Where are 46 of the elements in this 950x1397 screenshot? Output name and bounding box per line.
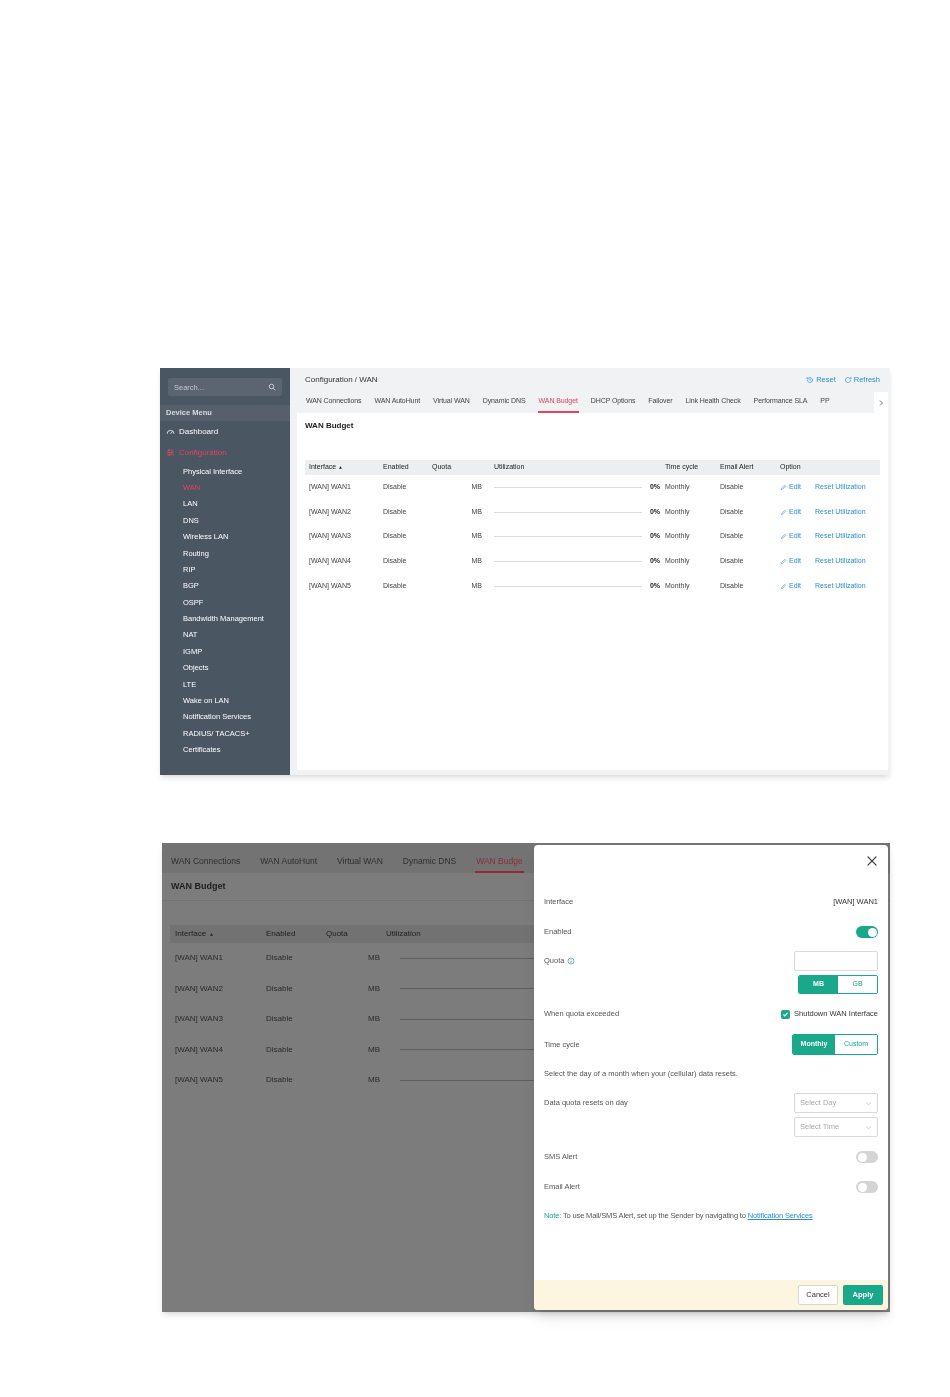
card-title: WAN Budget (305, 420, 355, 432)
table-cell-text: [WAN] WAN2 (175, 982, 224, 995)
close-button[interactable] (865, 854, 879, 868)
toggle-switch[interactable] (856, 1181, 878, 1193)
gauge-icon (166, 427, 175, 436)
checkbox[interactable] (781, 1009, 791, 1019)
table-cell-text: [WAN] WAN5 (175, 1074, 224, 1087)
close-icon (865, 854, 879, 868)
info-icon (567, 957, 576, 965)
table-cell: MB (368, 1074, 380, 1087)
toggle-switch[interactable] (856, 1151, 878, 1163)
table-cell-text: Disable (266, 1043, 294, 1056)
table-cell-text: Disable (266, 1013, 294, 1026)
chevron-down-icon (865, 1099, 872, 1107)
pencil-icon (780, 533, 787, 541)
refresh-icon (843, 376, 852, 384)
sliders-icon (166, 448, 175, 457)
chevron-right-icon (877, 398, 885, 407)
pencil-icon (780, 557, 787, 565)
pencil-icon (780, 582, 787, 590)
table-cell-text: [WAN] WAN3 (175, 1013, 224, 1026)
table-cell: MB (368, 1013, 380, 1026)
chevron-down-icon (865, 1123, 872, 1131)
table-cell-text: [WAN] WAN1 (175, 952, 224, 965)
search-icon (268, 383, 276, 391)
breadcrumb: Configuration / WAN (305, 374, 378, 386)
pencil-icon (780, 483, 787, 491)
pencil-icon (780, 508, 787, 516)
history-icon (806, 376, 815, 384)
quota-field[interactable] (794, 951, 878, 971)
toggle-switch[interactable] (856, 926, 878, 938)
table-cell-text: Disable (266, 982, 294, 995)
sidebar-item[interactable]: Dashboard (160, 421, 290, 442)
table-cell: MB (368, 982, 380, 995)
sort-up-icon (209, 931, 215, 937)
table-cell: MB (368, 952, 380, 965)
sort-up-icon (338, 465, 344, 470)
column-header[interactable]: Quota (326, 928, 348, 940)
column-header[interactable]: Utilization (386, 928, 421, 940)
table-cell: MB (368, 1043, 380, 1056)
table-cell-text: Disable (266, 1074, 294, 1087)
table-cell-text: [WAN] WAN4 (175, 1043, 224, 1056)
next-tab-button[interactable] (874, 392, 888, 413)
column-header[interactable]: Interface (175, 928, 215, 940)
column-header[interactable]: Enabled (266, 928, 296, 940)
table-cell-text: Disable (266, 952, 294, 965)
